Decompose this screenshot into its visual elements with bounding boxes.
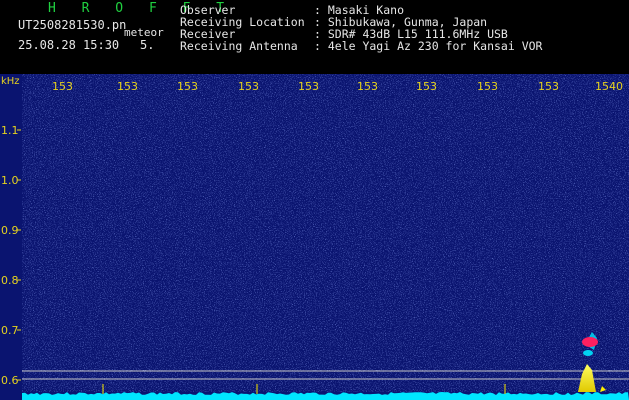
meteor-tail [583,350,593,356]
y-tick-label: 1.0 [1,174,19,187]
y-tick-label: 0.7 [1,324,19,337]
time-tick-label: 153 [238,80,259,93]
date-time: 25.08.28 15:30 [18,38,120,52]
time-tick-label: 153 [177,80,198,93]
y-tick-label: 0.9 [1,224,19,237]
noise-texture [22,74,629,392]
time-tick-label: 153 [357,80,378,93]
time-tick-label: 153 [117,80,138,93]
station-info: Observer: Masaki Kano Receiving Location… [180,4,542,52]
header: H R O F F T UT2508281530.pn meteor 25.08… [0,0,629,74]
file-name: UT2508281530.pn [18,18,127,32]
meteor-count: 5. [140,38,155,52]
spectrogram: 153 153 153 153 153 153 153 153 153 1540 kHz 1.1 1… [0,74,629,400]
time-tick-label: 153 [538,80,559,93]
y-tick-label: 0.6 [1,374,19,387]
y-tick-label: 0.8 [1,274,19,287]
time-tick-label: 1540 [595,80,623,93]
meteor-core [582,337,598,347]
y-tick-label: 1.1 [1,124,19,137]
time-tick-label: 153 [477,80,498,93]
y-unit-label: kHz [1,76,20,87]
info-row-antenna: Receiving Antenna: 4ele Yagi Az 230 for … [180,39,543,53]
time-tick-label: 153 [416,80,437,93]
time-tick-label: 153 [298,80,319,93]
time-tick-label: 153 [52,80,73,93]
